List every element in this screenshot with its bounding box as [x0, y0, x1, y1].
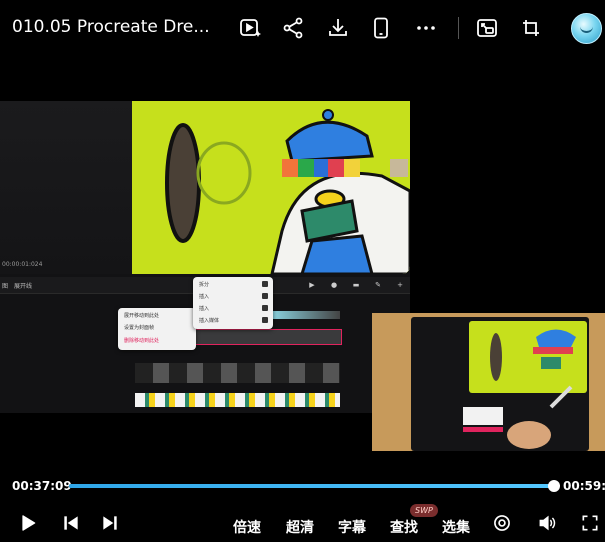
- phone-icon[interactable]: [367, 14, 395, 42]
- progress-fill: [69, 484, 555, 488]
- menu-item[interactable]: 插入: [199, 293, 209, 300]
- danmaku-settings-icon[interactable]: [492, 512, 512, 534]
- avatar[interactable]: [571, 13, 602, 44]
- menu-item-icon: [262, 293, 268, 299]
- player-controls: 倍速 超清 字幕 SWP 查找 选集: [0, 504, 605, 542]
- toolbar-label-b: 展开线: [14, 283, 33, 290]
- subtitle-button[interactable]: 字幕: [338, 517, 366, 537]
- menu-item-icon: [262, 317, 268, 323]
- context-menu-small: 展开移动到此处 设置为封面帧 删除移动到此处: [118, 308, 196, 350]
- crop-icon[interactable]: [517, 14, 545, 42]
- editor-screen: 00:00:01:024 图 展开线 ▶ ● ▬ ✎ + 展开移动到此处 设置为…: [0, 101, 410, 413]
- menu-item[interactable]: 插入媒体: [199, 317, 219, 324]
- menu-item[interactable]: 删除移动到此处: [124, 337, 159, 344]
- play-small-icon: ▶: [309, 281, 315, 289]
- tablet-screen: [411, 317, 589, 451]
- menu-item[interactable]: 展开移动到此处: [124, 312, 159, 319]
- episodes-button[interactable]: 选集: [442, 517, 470, 537]
- brush-icon: ✎: [375, 281, 381, 289]
- search-button[interactable]: 查找: [390, 517, 418, 537]
- ai-video-icon[interactable]: [236, 14, 264, 42]
- menu-item-icon: [262, 281, 268, 287]
- divider: [458, 17, 459, 39]
- menu-item[interactable]: 拆分: [199, 281, 209, 288]
- picture-in-picture-icon[interactable]: [473, 14, 501, 42]
- quality-button[interactable]: 超清: [286, 517, 314, 537]
- context-menu-large: 拆分 插入 插入 插入媒体: [193, 277, 273, 329]
- next-icon[interactable]: [100, 512, 120, 534]
- top-bar: 010.05 Procreate Dre...: [0, 0, 605, 58]
- add-icon: +: [397, 281, 403, 289]
- editor-preview-left: 00:00:01:024: [0, 101, 132, 274]
- menu-item[interactable]: 设置为封面帧: [124, 324, 154, 331]
- video-frame[interactable]: 00:00:01:024 图 展开线 ▶ ● ▬ ✎ + 展开移动到此处 设置为…: [0, 58, 605, 468]
- artwork-preview: [132, 101, 410, 274]
- record-icon: ●: [330, 281, 338, 289]
- progress-bar[interactable]: [69, 480, 561, 492]
- speed-button[interactable]: 倍速: [233, 517, 261, 537]
- video-title: 010.05 Procreate Dre...: [12, 17, 210, 37]
- current-time: 00:37:09: [12, 479, 72, 493]
- timeline-track: [135, 393, 340, 407]
- download-icon[interactable]: [324, 14, 352, 42]
- fullscreen-icon[interactable]: [580, 512, 600, 534]
- share-icon[interactable]: [279, 14, 307, 42]
- menu-item-icon: [262, 305, 268, 311]
- camera-pip: [372, 313, 605, 451]
- play-icon[interactable]: [18, 512, 38, 534]
- volume-icon[interactable]: [537, 512, 557, 534]
- timeline-track: [135, 363, 340, 383]
- progress-knob[interactable]: [548, 480, 561, 492]
- timecode: 00:00:01:024: [2, 261, 43, 268]
- more-icon[interactable]: [412, 14, 440, 42]
- previous-icon[interactable]: [61, 512, 81, 534]
- total-time: 00:59:59: [563, 479, 605, 493]
- layers-icon: ▬: [352, 281, 360, 289]
- toolbar-label-a: 图: [2, 283, 9, 290]
- progress-bar-area: 00:37:09 00:59:59: [0, 468, 605, 504]
- swp-badge: SWP: [410, 504, 438, 517]
- menu-item[interactable]: 插入: [199, 305, 209, 312]
